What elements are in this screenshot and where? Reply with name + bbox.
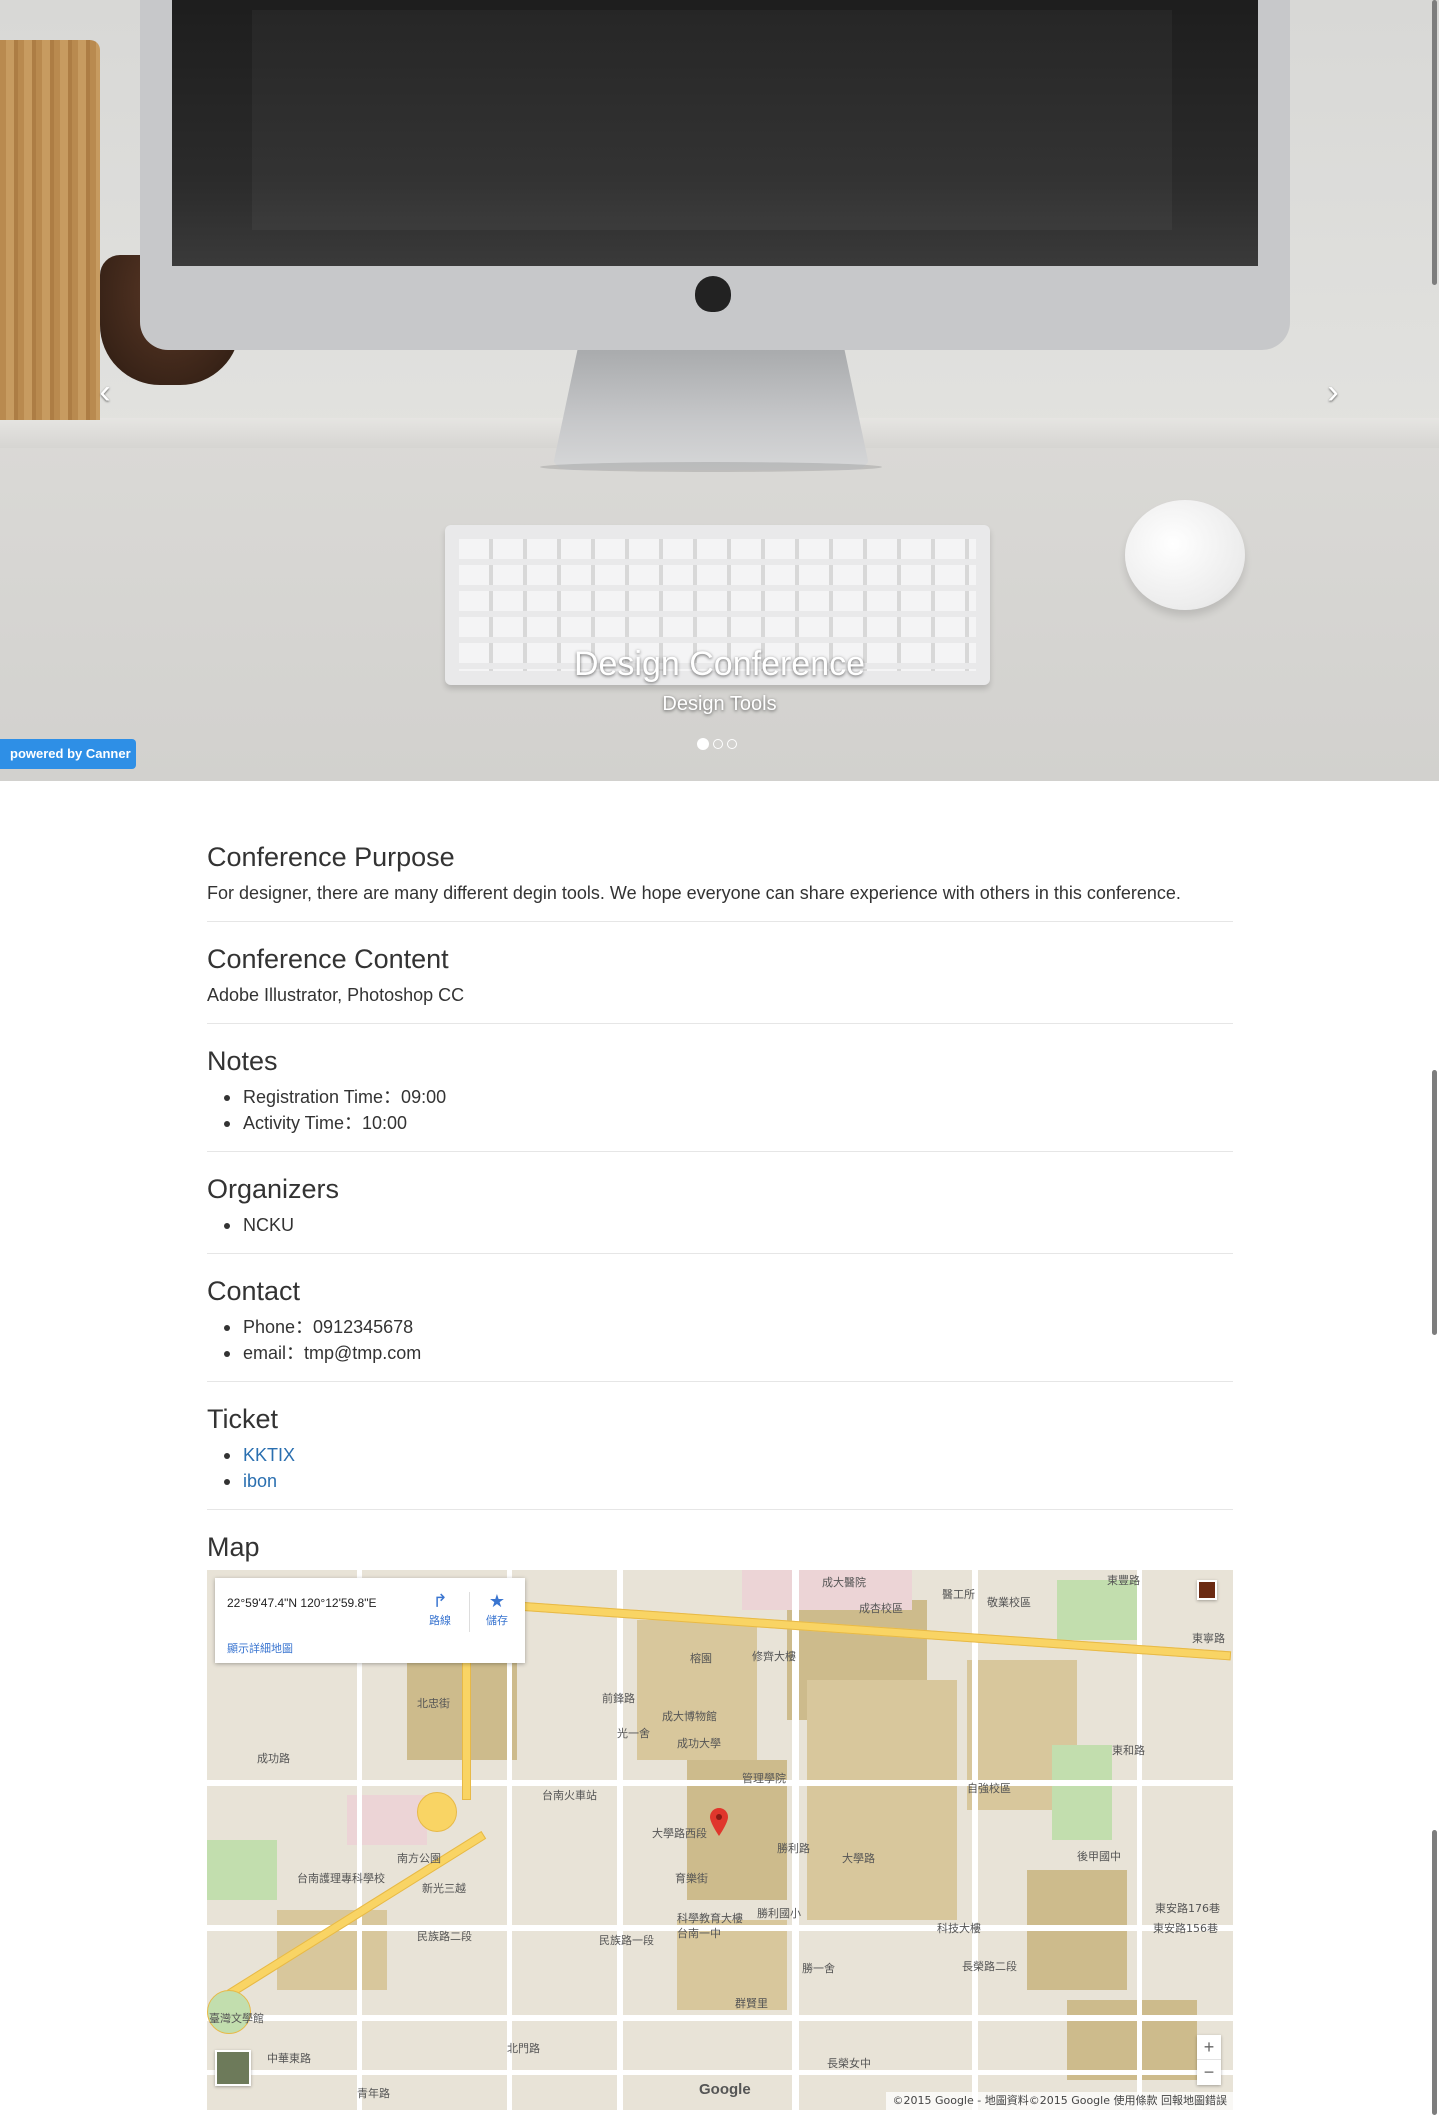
- map-block: [807, 1680, 957, 1920]
- list-item: Registration Time：09:00: [224, 1084, 1233, 1110]
- section-notes: Notes Registration Time：09:00 Activity T…: [207, 1044, 1233, 1152]
- imac-stand: [552, 350, 870, 470]
- carousel-caption-title: Design Conference: [573, 645, 866, 683]
- star-icon: ★: [488, 1591, 506, 1612]
- hero-carousel: ‹ › Design Conference Design Tools power…: [0, 0, 1439, 781]
- google-logo: Google: [699, 2081, 751, 2098]
- section-title: Contact: [207, 1276, 301, 1306]
- section-text: Adobe Illustrator, Photoshop CC: [207, 985, 465, 1005]
- carousel-next-button[interactable]: ›: [1313, 372, 1353, 412]
- list-item: Phone：0912345678: [224, 1314, 1233, 1340]
- list-item: ibon: [224, 1468, 1233, 1494]
- location-pin-icon[interactable]: [710, 1808, 728, 1836]
- view-larger-map-link[interactable]: 顯示詳細地圖: [227, 1640, 293, 1656]
- section-title: Conference Purpose: [207, 842, 455, 872]
- directions-icon: ↱: [432, 1591, 448, 1612]
- google-map[interactable]: 成大醫院 醫工所 成杏校區 敬業校區 東豐路 修齊大樓 榕園 成功大學 成大博物…: [207, 1570, 1233, 2110]
- apple-logo-icon: [695, 276, 731, 312]
- map-park: [1057, 1580, 1137, 1640]
- scrollbar-thumb-2[interactable]: [1432, 1070, 1437, 1335]
- kktix-link[interactable]: KKTIX: [243, 1445, 295, 1465]
- section-map: Map 成大醫院 醫工所 成杏校區 敬業校區 東豐路 修齊大樓 榕園 成功大學 …: [207, 1530, 1233, 2115]
- section-title: Map: [207, 1532, 260, 1562]
- ibon-link[interactable]: ibon: [243, 1471, 277, 1491]
- satellite-toggle[interactable]: [215, 2050, 251, 2086]
- save-button[interactable]: ★ 儲存: [477, 1592, 517, 1628]
- powered-by-badge[interactable]: powered by Canner: [0, 739, 136, 769]
- wooden-organizer: [0, 40, 100, 420]
- map-block: [1067, 2000, 1197, 2080]
- section-content: Conference Content Adobe Illustrator, Ph…: [207, 942, 1233, 1024]
- list-item: email：tmp@tmp.com: [224, 1340, 1233, 1366]
- imac-monitor: [140, 0, 1290, 350]
- carousel-prev-button[interactable]: ‹: [85, 372, 125, 412]
- coordinates-text: 22°59'47.4"N 120°12'59.8"E: [227, 1596, 377, 1610]
- map-roundabout: [417, 1792, 457, 1832]
- section-title: Conference Content: [207, 944, 449, 974]
- contact-list: Phone：0912345678 email：tmp@tmp.com: [224, 1314, 1233, 1366]
- section-contact: Contact Phone：0912345678 email：tmp@tmp.c…: [207, 1274, 1233, 1382]
- list-item: Activity Time：10:00: [224, 1110, 1233, 1136]
- section-organizers: Organizers NCKU: [207, 1172, 1233, 1254]
- section-title: Notes: [207, 1046, 278, 1076]
- list-item: NCKU: [224, 1212, 1233, 1238]
- chevron-left-icon: ‹: [99, 373, 111, 411]
- zoom-out-button[interactable]: −: [1197, 2060, 1221, 2085]
- carousel-caption-subtitle: Design Tools: [662, 693, 777, 715]
- section-text: For designer, there are many different d…: [207, 883, 1181, 903]
- magic-mouse: [1125, 500, 1245, 610]
- street-view-pegman-icon[interactable]: [1197, 1580, 1217, 1600]
- section-purpose: Conference Purpose For designer, there a…: [207, 840, 1233, 922]
- section-ticket: Ticket KKTIX ibon: [207, 1402, 1233, 1510]
- carousel-indicator-1[interactable]: [697, 738, 709, 750]
- carousel-indicator-3[interactable]: [727, 739, 737, 749]
- scrollbar-thumb-3[interactable]: [1432, 1830, 1437, 2115]
- map-park: [207, 1840, 277, 1900]
- directions-button[interactable]: ↱ 路線: [420, 1592, 460, 1628]
- chevron-right-icon: ›: [1327, 373, 1339, 411]
- carousel-indicator-2[interactable]: [713, 739, 723, 749]
- organizers-list: NCKU: [224, 1212, 1233, 1238]
- list-item: KKTIX: [224, 1442, 1233, 1468]
- map-info-card: 22°59'47.4"N 120°12'59.8"E 顯示詳細地圖 ↱ 路線 ★…: [215, 1578, 525, 1663]
- main-content: Conference Purpose For designer, there a…: [207, 840, 1233, 2115]
- zoom-in-button[interactable]: +: [1197, 2035, 1221, 2060]
- carousel-indicators: [697, 738, 737, 750]
- imac-screen: [172, 0, 1258, 266]
- map-attribution[interactable]: ©2015 Google - 地圖資料©2015 Google 使用條款 回報地…: [886, 2092, 1233, 2110]
- notes-list: Registration Time：09:00 Activity Time：10…: [224, 1084, 1233, 1136]
- ticket-list: KKTIX ibon: [224, 1442, 1233, 1494]
- section-title: Ticket: [207, 1404, 279, 1434]
- map-park: [1052, 1745, 1112, 1840]
- section-title: Organizers: [207, 1174, 340, 1204]
- scrollbar-thumb[interactable]: [1432, 0, 1437, 285]
- zoom-control: + −: [1197, 2035, 1221, 2085]
